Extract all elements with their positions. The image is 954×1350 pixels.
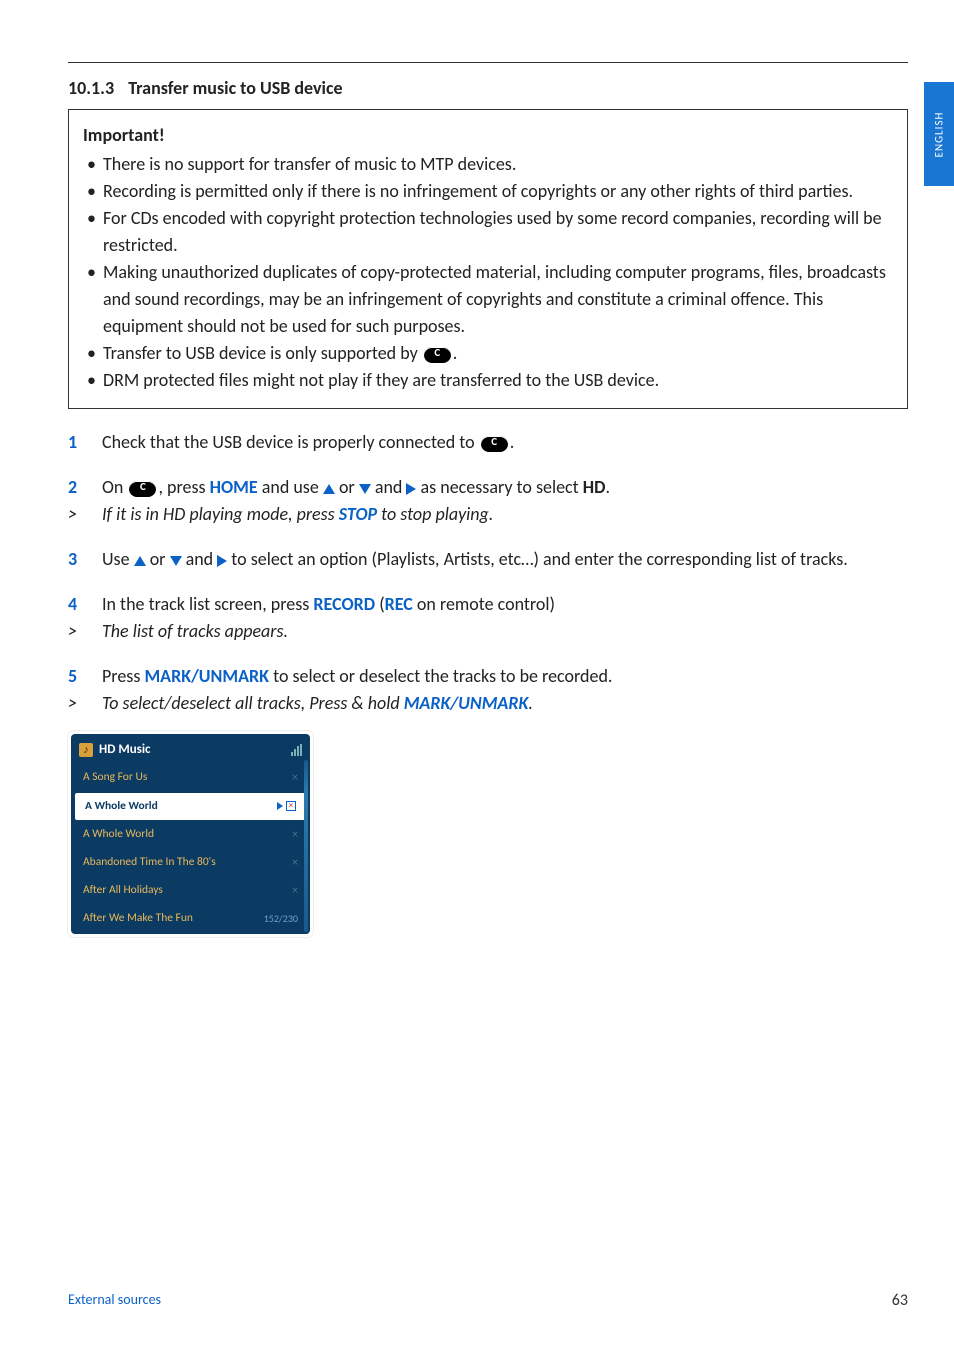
step-4-sub: > The list of tracks appears. <box>68 618 908 645</box>
result-marker: > <box>68 618 84 645</box>
home-key: HOME <box>210 476 258 498</box>
section-heading: 10.1.3 Transfer music to USB device <box>68 77 908 99</box>
track-list: A Song For Us×A Whole World×A Whole Worl… <box>73 764 308 933</box>
step-5-sub: > To select/deselect all tracks, Press &… <box>68 690 908 717</box>
important-item: DRM protected files might not play if th… <box>83 367 893 394</box>
step-body: Check that the USB device is properly co… <box>102 429 908 456</box>
device-header: ♪ HD Music <box>73 736 308 764</box>
step-body: The list of tracks appears. <box>102 618 908 645</box>
step-number: 1 <box>68 429 84 456</box>
important-item: Recording is permitted only if there is … <box>83 178 893 205</box>
page-footer: External sources 63 <box>68 1291 908 1310</box>
top-rule <box>68 62 908 63</box>
mark-unmark-key: MARK/UNMARK <box>144 665 269 687</box>
track-title: After We Make The Fun <box>83 910 193 927</box>
step-body: Use or and to select an option (Playlist… <box>102 546 908 573</box>
important-item: Making unauthorized duplicates of copy-p… <box>83 259 893 340</box>
important-item: There is no support for transfer of musi… <box>83 151 893 178</box>
right-arrow-icon <box>406 483 416 495</box>
device-screenshot: ♪ HD Music A Song For Us×A Whole World×A… <box>68 731 313 937</box>
step-number: 4 <box>68 591 84 618</box>
selected-mark-icon: × <box>277 801 296 811</box>
up-arrow-icon <box>323 484 335 494</box>
language-tab: ENGLISH <box>924 82 954 186</box>
step-2-sub: > If it is in HD playing mode, press STO… <box>68 501 908 528</box>
result-marker: > <box>68 690 84 717</box>
rec-key: REC <box>385 593 413 615</box>
music-icon: ♪ <box>79 743 93 757</box>
steps: 1 Check that the USB device is properly … <box>68 429 908 937</box>
down-arrow-icon <box>170 556 182 566</box>
track-title: After All Holidays <box>83 882 163 899</box>
up-arrow-icon <box>134 556 146 566</box>
mark-icon: × <box>292 826 298 844</box>
mark-unmark-key: MARK/UNMARK <box>404 692 529 714</box>
mark-icon: × <box>292 769 298 787</box>
step-number: 3 <box>68 546 84 573</box>
step-body: To select/deselect all tracks, Press & h… <box>102 690 908 717</box>
track-title: A Whole World <box>85 798 158 815</box>
track-row: After We Make The Fun 152/230 <box>73 905 308 932</box>
hd-label: HD <box>583 476 606 498</box>
footer-section: External sources <box>68 1291 161 1310</box>
center-badge-icon: C <box>129 481 156 497</box>
step-4: 4 In the track list screen, press RECORD… <box>68 591 908 618</box>
scrollbar <box>304 760 308 932</box>
section-title-text: Transfer music to USB device <box>128 77 342 99</box>
track-counter: 152/230 <box>264 911 298 926</box>
page-number: 63 <box>892 1291 908 1310</box>
step-number: 2 <box>68 474 84 501</box>
important-heading: Important! <box>83 122 893 149</box>
track-row: A Whole World × <box>73 821 308 849</box>
mark-icon: × <box>292 882 298 900</box>
device-header-title: HD Music <box>99 740 151 760</box>
step-number: 5 <box>68 663 84 690</box>
track-row: Abandoned Time In The 80's × <box>73 849 308 877</box>
track-title: A Whole World <box>83 826 154 843</box>
step-3: 3 Use or and to select an option (Playli… <box>68 546 908 573</box>
step-1: 1 Check that the USB device is properly … <box>68 429 908 456</box>
track-row: After All Holidays × <box>73 877 308 905</box>
important-box: Important! There is no support for trans… <box>68 109 908 409</box>
mark-icon: × <box>292 854 298 872</box>
track-row: A Whole World × <box>75 793 306 820</box>
step-body: Press MARK/UNMARK to select or deselect … <box>102 663 908 690</box>
step-2: 2 On C, press HOME and use or and as nec… <box>68 474 908 501</box>
important-item: For CDs encoded with copyright protectio… <box>83 205 893 259</box>
center-badge-icon: C <box>481 436 508 452</box>
center-badge-icon: C <box>424 347 451 363</box>
important-item: Transfer to USB device is only supported… <box>83 340 893 367</box>
language-tab-label: ENGLISH <box>933 111 946 157</box>
track-title: A Song For Us <box>83 769 147 786</box>
track-title: Abandoned Time In The 80's <box>83 854 216 871</box>
section-number: 10.1.3 <box>68 77 114 99</box>
result-marker: > <box>68 501 84 528</box>
step-body: If it is in HD playing mode, press STOP … <box>102 501 908 528</box>
step-body: In the track list screen, press RECORD (… <box>102 591 908 618</box>
track-row: A Song For Us × <box>73 764 308 792</box>
record-key: RECORD <box>313 593 375 615</box>
signal-icon <box>291 744 302 756</box>
stop-key: STOP <box>339 503 377 525</box>
step-body: On C, press HOME and use or and as neces… <box>102 474 908 501</box>
right-arrow-icon <box>217 555 227 567</box>
down-arrow-icon <box>359 484 371 494</box>
step-5: 5 Press MARK/UNMARK to select or deselec… <box>68 663 908 690</box>
